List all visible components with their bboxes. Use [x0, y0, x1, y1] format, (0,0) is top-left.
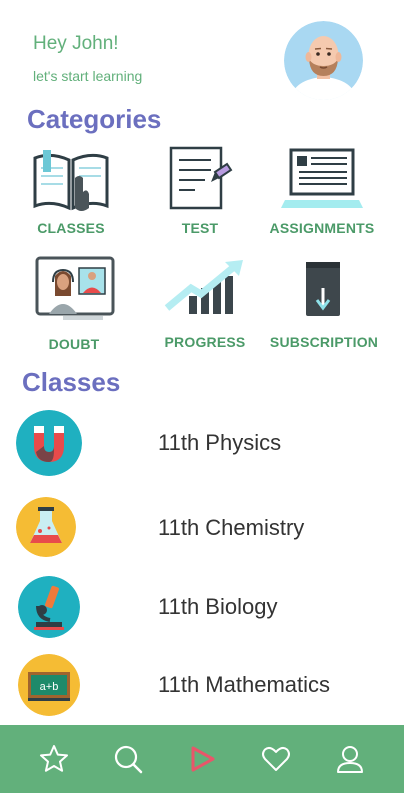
category-assignments[interactable]: ASSIGNMENTS: [262, 148, 382, 236]
category-subscription[interactable]: SUBSCRIPTION: [264, 258, 384, 350]
category-label: PROGRESS: [164, 334, 246, 350]
user-avatar[interactable]: [284, 21, 363, 100]
greeting-text: Hey John!: [33, 33, 119, 54]
category-label: CLASSES: [37, 220, 105, 236]
greeting-subtitle: let's start learning: [33, 68, 143, 84]
bottom-navigation: [0, 725, 404, 793]
open-book-icon: [33, 150, 109, 211]
laptop-document-icon: [281, 148, 363, 208]
category-label: ASSIGNMENTS: [269, 220, 375, 236]
magnet-icon: [16, 410, 82, 476]
category-classes[interactable]: CLASSES: [11, 148, 131, 236]
classes-heading: Classes: [22, 367, 121, 397]
class-name: 11th Physics: [158, 430, 282, 455]
category-label: TEST: [181, 220, 219, 236]
test-paper-icon: [169, 146, 233, 210]
category-label: DOUBT: [48, 336, 100, 352]
categories-heading: Categories: [27, 104, 162, 134]
user-icon[interactable]: [333, 742, 367, 776]
heart-icon[interactable]: [259, 742, 293, 776]
growth-chart-icon: [164, 260, 243, 314]
class-item-physics[interactable]: 11th Physics: [16, 410, 396, 480]
svg-text:a+b: a+b: [40, 681, 59, 693]
category-doubt[interactable]: DOUBT: [14, 256, 134, 352]
class-item-chemistry[interactable]: 11th Chemistry: [16, 495, 396, 565]
star-icon[interactable]: [37, 742, 71, 776]
search-icon[interactable]: [111, 742, 145, 776]
class-name: 11th Mathematics: [158, 672, 331, 697]
class-item-mathematics[interactable]: a+b 11th Mathematics: [16, 652, 396, 722]
microscope-icon: [18, 576, 80, 638]
category-label: SUBSCRIPTION: [269, 334, 379, 350]
play-icon[interactable]: [185, 742, 219, 776]
class-name: 11th Chemistry: [158, 515, 305, 540]
video-call-icon: [35, 256, 115, 320]
blackboard-icon: a+b: [18, 654, 80, 716]
category-test[interactable]: TEST: [140, 146, 260, 236]
class-name: 11th Biology: [158, 594, 278, 619]
book-download-icon: [306, 262, 340, 316]
category-progress[interactable]: PROGRESS: [145, 258, 265, 350]
flask-icon: [16, 497, 76, 557]
class-item-biology[interactable]: 11th Biology: [16, 574, 396, 644]
